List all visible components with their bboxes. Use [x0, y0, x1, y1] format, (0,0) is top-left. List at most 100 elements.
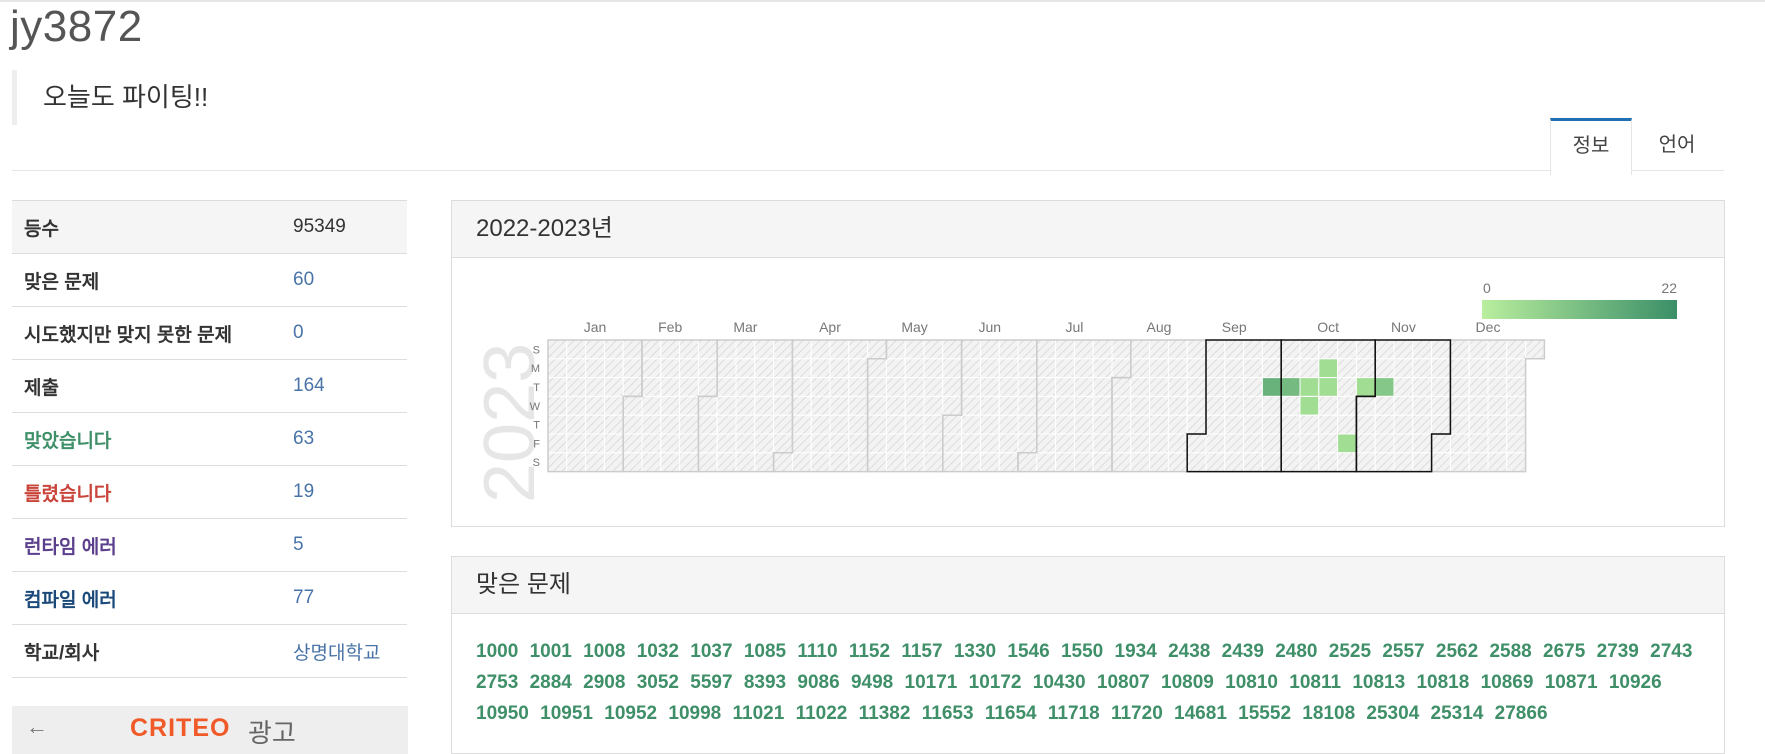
problem-link[interactable]: 10871 [1545, 672, 1598, 693]
problem-link[interactable]: 9498 [851, 672, 893, 693]
heatmap-cell [1111, 339, 1132, 360]
problem-link[interactable]: 2588 [1489, 641, 1531, 662]
problem-link[interactable]: 25304 [1366, 703, 1419, 724]
problem-link[interactable]: 1008 [583, 641, 625, 662]
problem-link[interactable]: 27866 [1495, 703, 1548, 724]
problem-link[interactable]: 18108 [1302, 703, 1355, 724]
problem-link[interactable]: 11654 [985, 703, 1037, 724]
heatmap-cell [1205, 395, 1226, 416]
problem-link[interactable]: 11022 [796, 703, 848, 724]
stats-row: 런타임 에러 5 [12, 518, 407, 572]
problem-link[interactable]: 2525 [1329, 641, 1371, 662]
problem-link[interactable]: 9086 [797, 672, 839, 693]
problem-link[interactable]: 14681 [1174, 703, 1227, 724]
problem-link[interactable]: 1037 [690, 641, 732, 662]
legend-gradient-bar [1482, 300, 1677, 319]
problem-link[interactable]: 10998 [668, 703, 721, 724]
problem-link[interactable]: 1032 [637, 641, 679, 662]
stat-value-cell: 60 [281, 253, 407, 307]
problem-link[interactable]: 10869 [1481, 672, 1534, 693]
problem-link[interactable]: 11720 [1111, 703, 1163, 724]
heatmap-cell [1393, 358, 1414, 379]
heatmap-cell [660, 358, 681, 379]
problem-link[interactable]: 10809 [1161, 672, 1214, 693]
stat-value[interactable]: 19 [293, 481, 314, 502]
problem-link[interactable]: 1085 [744, 641, 786, 662]
heatmap-cell [622, 414, 643, 435]
problem-link[interactable]: 2557 [1382, 641, 1424, 662]
problem-link[interactable]: 3052 [637, 672, 679, 693]
problem-link[interactable]: 1000 [476, 641, 518, 662]
stat-value[interactable]: 77 [293, 587, 314, 608]
problem-link[interactable]: 2438 [1168, 641, 1210, 662]
criteo-logo[interactable]: CRITEO [130, 714, 230, 743]
problem-link[interactable]: 15552 [1238, 703, 1291, 724]
stat-value[interactable]: 63 [293, 428, 314, 449]
problem-link[interactable]: 2753 [476, 672, 518, 693]
problem-link[interactable]: 1157 [901, 641, 942, 662]
stat-value[interactable]: 0 [293, 322, 304, 343]
problem-link[interactable]: 10951 [540, 703, 593, 724]
weekday-label: F [533, 438, 540, 450]
problem-link[interactable]: 2480 [1275, 641, 1317, 662]
ad-banner[interactable]: ← CRITEO 광고 [12, 706, 408, 754]
heatmap-cell [923, 395, 944, 416]
problem-link[interactable]: 5597 [690, 672, 732, 693]
problem-link[interactable]: 10172 [969, 672, 1022, 693]
tab-language[interactable]: 언어 [1632, 118, 1722, 170]
problem-link[interactable]: 1001 [530, 641, 572, 662]
problem-link[interactable]: 1152 [849, 641, 890, 662]
heatmap-cell [697, 452, 718, 473]
heatmap-cell [998, 452, 1019, 473]
problem-link[interactable]: 2739 [1597, 641, 1639, 662]
problem-link[interactable]: 25314 [1431, 703, 1484, 724]
tab-info[interactable]: 정보 [1550, 118, 1632, 175]
heatmap-cell [1017, 339, 1038, 360]
problem-link[interactable]: 11021 [733, 703, 785, 724]
problem-link[interactable]: 10171 [905, 672, 958, 693]
stat-value[interactable]: 5 [293, 534, 304, 555]
problem-link[interactable]: 1934 [1115, 641, 1157, 662]
problem-link[interactable]: 2884 [530, 672, 572, 693]
problem-link[interactable]: 11653 [922, 703, 974, 724]
problem-link[interactable]: 1546 [1007, 641, 1049, 662]
problem-link[interactable]: 11382 [859, 703, 911, 724]
problem-link[interactable]: 2908 [583, 672, 625, 693]
problem-link[interactable]: 2562 [1436, 641, 1478, 662]
problem-link[interactable]: 8393 [744, 672, 786, 693]
problem-link[interactable]: 10810 [1225, 672, 1278, 693]
heatmap-cell [1468, 377, 1489, 397]
problem-link[interactable]: 1110 [797, 641, 837, 662]
problem-link[interactable]: 2675 [1543, 641, 1585, 662]
problem-link[interactable]: 10807 [1097, 672, 1150, 693]
heatmap-cell [848, 339, 869, 360]
problem-link[interactable]: 10813 [1352, 672, 1405, 693]
problem-link[interactable]: 10952 [604, 703, 657, 724]
problem-link[interactable]: 10818 [1416, 672, 1469, 693]
heatmap-cell-active [1355, 377, 1376, 397]
problem-link[interactable]: 2743 [1650, 641, 1692, 662]
heatmap-cell [697, 433, 718, 454]
heatmap-cell [1149, 358, 1169, 379]
heatmap-cell [1167, 377, 1188, 397]
stat-value[interactable]: 164 [293, 375, 325, 396]
heatmap-cell [622, 452, 643, 473]
heatmap-cell [1431, 433, 1451, 454]
back-arrow-icon[interactable]: ← [26, 714, 48, 740]
problem-link[interactable]: 10430 [1033, 672, 1086, 693]
problem-link[interactable]: 10926 [1609, 672, 1662, 693]
heatmap-cell [716, 414, 737, 435]
weekday-label: S [533, 457, 540, 469]
problem-link[interactable]: 10950 [476, 703, 529, 724]
problem-link[interactable]: 10811 [1289, 672, 1341, 693]
stat-value[interactable]: 60 [293, 269, 314, 290]
heatmap-cell [1449, 358, 1470, 379]
stat-value[interactable]: 상명대학교 [293, 643, 380, 664]
heatmap-cell [1431, 358, 1451, 379]
problem-link[interactable]: 11718 [1048, 703, 1100, 724]
problem-link[interactable]: 2439 [1222, 641, 1264, 662]
problem-link[interactable]: 1550 [1061, 641, 1103, 662]
heatmap-cell [923, 358, 944, 379]
problem-link[interactable]: 1330 [954, 641, 996, 662]
heatmap-cell [1055, 377, 1075, 397]
